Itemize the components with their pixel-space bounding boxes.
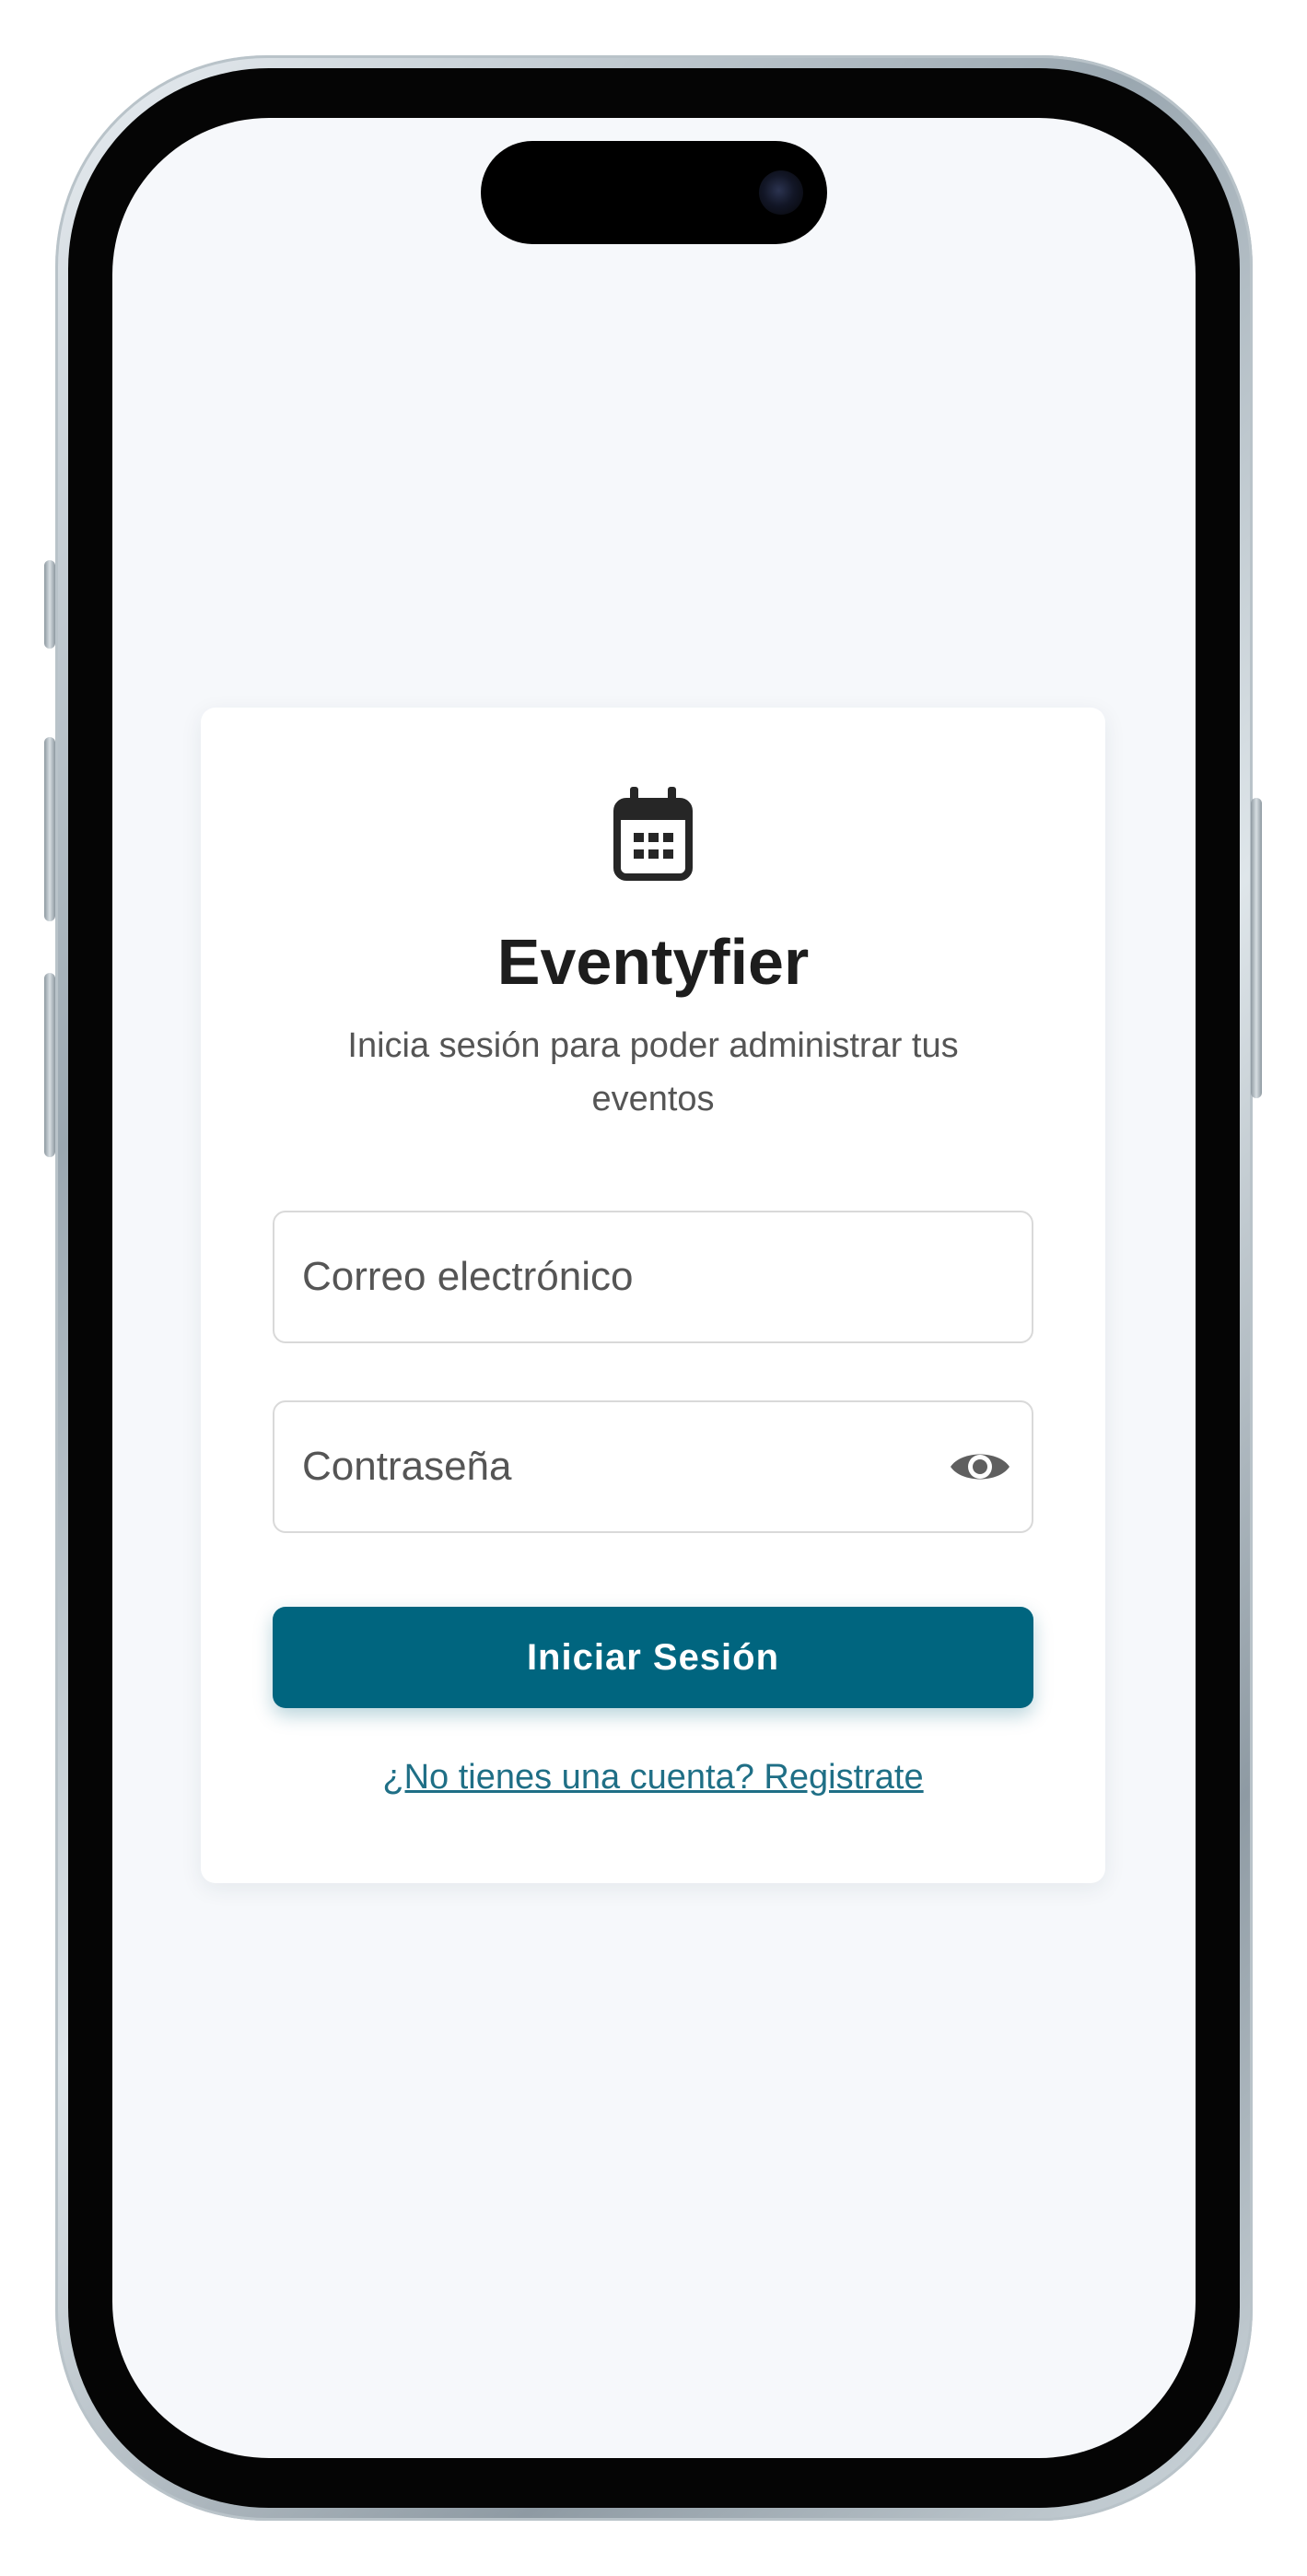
password-field[interactable]	[273, 1400, 1033, 1533]
app-subtitle: Inicia sesión para poder administrar tus…	[347, 1026, 959, 1118]
eye-icon[interactable]	[949, 1445, 1011, 1489]
power-button	[1251, 798, 1262, 1098]
app-title: Eventyfier	[496, 926, 810, 998]
calendar-icon	[613, 787, 693, 881]
password-input[interactable]	[302, 1402, 928, 1531]
volume-down-button	[44, 973, 55, 1157]
volume-up-button	[44, 737, 55, 921]
email-input[interactable]	[302, 1212, 928, 1341]
email-field[interactable]	[273, 1211, 1033, 1343]
login-card: Eventyfier Inicia sesión para poder admi…	[201, 708, 1105, 1883]
login-button[interactable]: Iniciar Sesión	[273, 1607, 1033, 1708]
register-link[interactable]: ¿No tienes una cuenta? Registrate	[201, 1758, 1105, 1797]
front-camera	[759, 170, 803, 215]
dynamic-island	[481, 141, 827, 244]
action-button	[44, 560, 55, 649]
